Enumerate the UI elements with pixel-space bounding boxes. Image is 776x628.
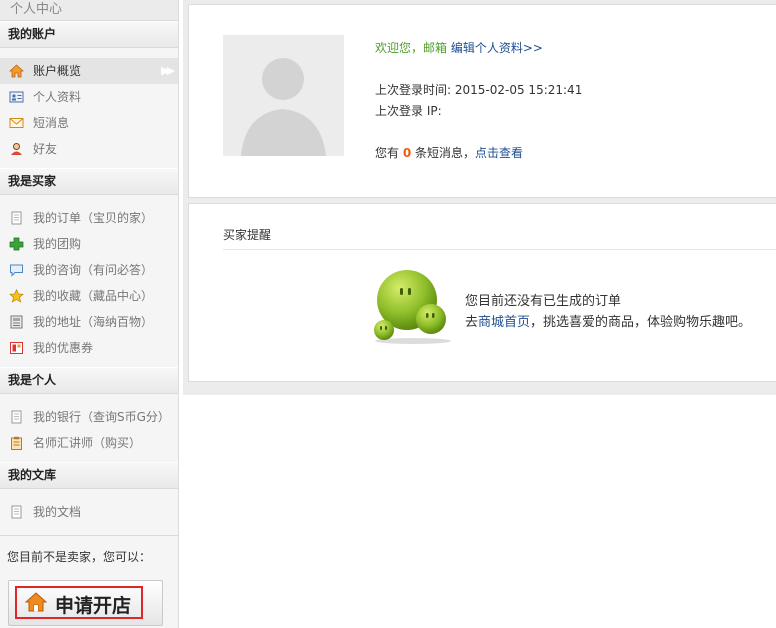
group-heading-buyer: 我是买家: [0, 168, 178, 195]
sidebar-item-documents[interactable]: 我的文档: [0, 499, 178, 525]
sidebar-item-label: 我的文档: [33, 505, 82, 519]
document-icon: [11, 410, 22, 424]
go-prefix: 去: [465, 315, 479, 330]
sidebar-item-address[interactable]: 我的地址（海纳百物）: [0, 309, 178, 335]
buyer-reminder-panel: 买家提醒 您目前还没有已生成的订单 去商城首页，挑选喜爱的商品，体验购物乐趣吧。: [188, 203, 776, 382]
welcome-text: 欢迎您，邮箱: [375, 41, 448, 55]
divider: [223, 249, 776, 250]
last-login-ip-label: 上次登录 IP:: [375, 104, 442, 118]
sidebar-item-label: 我的咨询（有问必答）: [33, 263, 154, 277]
sidebar-item-messages[interactable]: 短消息: [0, 110, 178, 136]
sidebar-item-bank[interactable]: 我的银行（查询S币G分）: [0, 404, 178, 430]
sidebar-item-group-buy[interactable]: 我的团购: [0, 231, 178, 257]
message-prefix: 您有: [375, 146, 400, 160]
menu-personal: 我的银行（查询S币G分） 名师汇讲师（购买）: [0, 394, 178, 462]
last-login-time: 2015-02-05 15:21:41: [454, 83, 583, 97]
star-icon: [9, 289, 24, 303]
last-login-time-label: 上次登录时间:: [375, 83, 452, 97]
group-heading-account: 我的账户: [0, 21, 178, 48]
chevron-right-icon: ▶▶: [161, 64, 175, 77]
apply-open-shop-button[interactable]: 申请开店: [8, 580, 163, 626]
document-icon: [11, 505, 22, 519]
sidebar-item-orders[interactable]: 我的订单（宝贝的家）: [0, 205, 178, 231]
view-messages-link[interactable]: 点击查看: [475, 146, 523, 160]
menu-account: 账户概览 ▶▶ 个人资料 短消息 好友: [0, 48, 178, 168]
message-suffix: 条短消息，: [415, 146, 476, 160]
sidebar-item-label: 好友: [33, 142, 58, 156]
seller-notice: 您目前不是卖家，您可以：: [7, 550, 152, 564]
menu-buyer: 我的订单（宝贝的家） 我的团购 我的咨询（有问必答） 我的收藏（藏品中心） 我的…: [0, 195, 178, 367]
sidebar-item-label: 我的收藏（藏品中心）: [33, 289, 154, 303]
sidebar: 个人中心 我的账户 账户概览 ▶▶ 个人资料 短消息 好友 我是买家 我的订单（…: [0, 0, 179, 628]
no-orders-text: 您目前还没有已生成的订单: [465, 294, 622, 309]
apply-button-label: 申请开店: [55, 595, 132, 617]
home-icon: [25, 592, 47, 612]
sidebar-item-consult[interactable]: 我的咨询（有问必答）: [0, 257, 178, 283]
sidebar-item-label: 我的优惠券: [33, 341, 94, 355]
puzzle-icon: [9, 237, 24, 251]
clipboard-icon: [11, 436, 22, 450]
group-heading-personal: 我是个人: [0, 367, 178, 394]
group-heading-library: 我的文库: [0, 462, 178, 489]
shopping-suggestion: ，挑选喜爱的商品，体验购物乐趣吧。: [530, 315, 752, 330]
sidebar-item-coupons[interactable]: 我的优惠券: [0, 335, 178, 361]
reminder-title: 买家提醒: [223, 228, 272, 242]
sidebar-item-label: 我的地址（海纳百物）: [33, 315, 154, 329]
document-icon: [11, 211, 22, 225]
sidebar-item-label: 短消息: [33, 116, 70, 130]
account-info: 欢迎您，邮箱 编辑个人资料>> 上次登录时间: 2015-02-05 15:21…: [375, 38, 582, 164]
address-book-icon: [10, 315, 23, 329]
sidebar-item-favorites[interactable]: 我的收藏（藏品中心）: [0, 283, 178, 309]
sidebar-item-friends[interactable]: 好友: [0, 136, 178, 162]
coupon-icon: [10, 342, 23, 354]
sidebar-item-label: 个人资料: [33, 90, 82, 104]
home-icon: [9, 64, 24, 78]
envelope-icon: [9, 118, 24, 128]
id-card-icon: [9, 91, 24, 103]
sidebar-item-label: 名师汇讲师（购买）: [33, 436, 142, 450]
mall-home-link[interactable]: 商城首页: [478, 315, 530, 330]
sidebar-item-label: 我的订单（宝贝的家）: [33, 211, 154, 225]
empty-orders-message: 您目前还没有已生成的订单 去商城首页，挑选喜爱的商品，体验购物乐趣吧。: [465, 291, 751, 333]
account-summary-panel: 欢迎您，邮箱 编辑个人资料>> 上次登录时间: 2015-02-05 15:21…: [188, 4, 776, 198]
sidebar-title: 个人中心: [0, 0, 178, 21]
main-content: 欢迎您，邮箱 编辑个人资料>> 上次登录时间: 2015-02-05 15:21…: [183, 0, 776, 395]
green-mascot-illustration: [374, 270, 451, 344]
menu-library: 我的文档: [0, 489, 178, 531]
edit-profile-link[interactable]: 编辑个人资料>>: [451, 41, 543, 55]
chat-bubble-icon: [10, 264, 23, 277]
friend-icon: [11, 143, 22, 155]
sidebar-item-lecturer[interactable]: 名师汇讲师（购买）: [0, 430, 178, 456]
message-count: 0: [402, 146, 412, 160]
sidebar-item-profile[interactable]: 个人资料: [0, 84, 178, 110]
avatar: [223, 35, 344, 156]
sidebar-item-label: 我的银行（查询S币G分）: [33, 410, 170, 424]
sidebar-item-label: 我的团购: [33, 237, 82, 251]
sidebar-item-label: 账户概览: [33, 64, 82, 78]
sidebar-item-account-overview[interactable]: 账户概览 ▶▶: [0, 58, 178, 84]
